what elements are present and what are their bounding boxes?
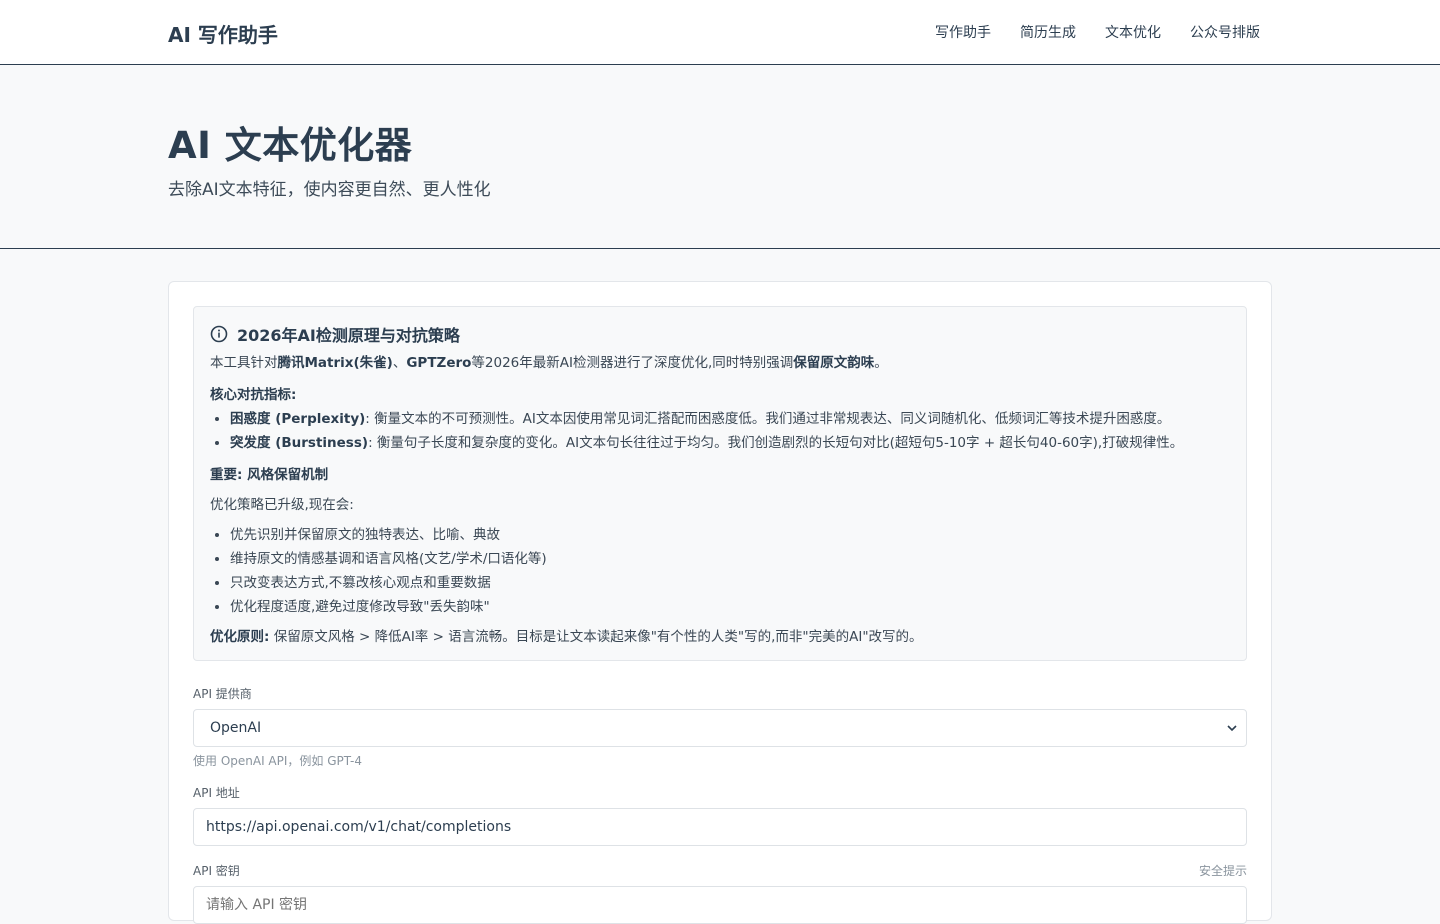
page-title: AI 文本优化器 [168,124,413,167]
list-item: 只改变表达方式,不篡改核心观点和重要数据 [230,571,1230,595]
provider-help: 使用 OpenAI API，例如 GPT-4 [193,754,362,768]
intro-text: 本工具针对 [210,355,278,371]
principle-text: 保留原文风格 > 降低AI率 > 语言流畅。目标是让文本读起来像"有个性的人类"… [269,629,923,645]
info-intro: 本工具针对腾讯Matrix(朱雀)、GPTZero等2026年最新AI检测器进行… [210,351,1230,375]
optimizer-card: 2026年AI检测原理与对抗策略 本工具针对腾讯Matrix(朱雀)、GPTZe… [168,281,1272,924]
nav-writing-assistant[interactable]: 写作助手 [935,22,991,42]
metric-text: : 衡量句子长度和复杂度的变化。AI文本句长往往过于均匀。我们创造剧烈的长短句对… [368,435,1184,451]
intro-text: 、 [392,355,407,371]
list-item: 优化程度适度,避免过度修改导致"丢失韵味" [230,595,1230,619]
metric-name: 突发度 (Burstiness) [230,435,369,451]
api-key-input[interactable] [193,886,1247,924]
top-navbar: AI 写作助手 写作助手 简历生成 文本优化 公众号排版 [0,0,1440,65]
metric-text: : 衡量文本的不可预测性。AI文本因使用常见词汇搭配而困惑度低。我们通过非常规表… [365,411,1171,427]
hero-section: AI 文本优化器 去除AI文本特征，使内容更自然、更人性化 [0,65,1440,249]
list-item: 维持原文的情感基调和语言风格(文艺/学术/口语化等) [230,547,1230,571]
principle-line: 优化原则: 保留原文风格 > 降低AI率 > 语言流畅。目标是让文本读起来像"有… [210,625,1230,649]
main-nav: 写作助手 简历生成 文本优化 公众号排版 [935,22,1260,42]
info-title-text: 2026年AI检测原理与对抗策略 [237,326,460,345]
api-url-label: API 地址 [193,786,240,800]
intro-bold: 腾讯Matrix(朱雀) [277,355,393,371]
strategies-list: 优先识别并保留原文的独特表达、比喻、典故 维持原文的情感基调和语言风格(文艺/学… [210,523,1230,619]
intro-bold: 保留原文韵味 [793,355,875,371]
brand-logo-text[interactable]: AI 写作助手 [168,19,278,48]
intro-text: 。 [874,355,888,371]
intro-text: 等2026年最新AI检测器进行了深度优化,同时特别强调 [471,355,794,371]
upgrade-line: 优化策略已升级,现在会: [210,497,354,513]
api-key-label: API 密钥 [193,864,240,878]
metric-name: 困惑度 (Perplexity) [230,411,366,427]
security-tip-link[interactable]: 安全提示 [1199,862,1247,879]
list-item: 困惑度 (Perplexity): 衡量文本的不可预测性。AI文本因使用常见词汇… [230,407,1230,431]
important-heading: 重要: 风格保留机制 [210,463,1230,487]
list-item: 优先识别并保留原文的独特表达、比喻、典故 [230,523,1230,547]
nav-wechat-layout[interactable]: 公众号排版 [1190,22,1260,42]
metrics-list: 困惑度 (Perplexity): 衡量文本的不可预测性。AI文本因使用常见词汇… [210,407,1230,455]
list-item: 突发度 (Burstiness): 衡量句子长度和复杂度的变化。AI文本句长往往… [230,431,1230,455]
nav-text-optimizer[interactable]: 文本优化 [1105,22,1161,42]
provider-select[interactable]: OpenAI [193,709,1247,747]
info-panel: 2026年AI检测原理与对抗策略 本工具针对腾讯Matrix(朱雀)、GPTZe… [193,306,1247,661]
principle-label: 优化原则: [210,629,270,645]
important-heading-text: 重要: 风格保留机制 [210,467,329,483]
intro-bold: GPTZero [406,355,472,371]
page-subtitle: 去除AI文本特征，使内容更自然、更人性化 [168,180,491,200]
provider-label: API 提供商 [193,687,252,701]
core-heading: 核心对抗指标: [210,383,1230,407]
info-title: 2026年AI检测原理与对抗策略 [210,323,1230,345]
nav-resume-generator[interactable]: 简历生成 [1020,22,1076,42]
info-circle-icon [210,325,228,343]
api-url-input[interactable] [193,808,1247,846]
core-heading-text: 核心对抗指标: [210,387,297,403]
